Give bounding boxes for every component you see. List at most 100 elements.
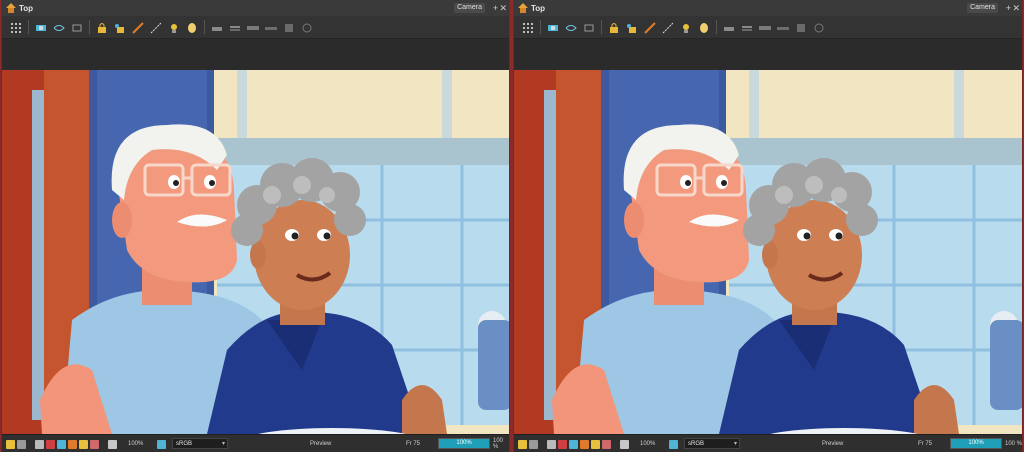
shape-icon[interactable] [602, 438, 611, 450]
add-view-icon[interactable]: + [1006, 2, 1011, 14]
lock-drawing-icon[interactable] [114, 21, 126, 33]
view-header-band [514, 39, 1022, 70]
light-icon[interactable] [680, 21, 692, 33]
render-icon[interactable] [580, 438, 589, 450]
grid-icon[interactable] [547, 438, 556, 450]
view-status-bar: 100% sRGB ▾ Preview Fr 75 100% 100 % [2, 434, 509, 452]
zoom-right[interactable]: 100 % [493, 438, 509, 450]
safe-area-icon[interactable] [46, 438, 55, 450]
flash-icon[interactable] [591, 438, 600, 450]
camera-viewport[interactable] [514, 70, 1022, 434]
view-select[interactable]: Camera [967, 3, 998, 13]
view-header-band [2, 39, 509, 70]
view-titlebar: Top Camera + ✕ [2, 0, 509, 17]
brush-icon[interactable] [644, 21, 656, 34]
rgb-icon[interactable] [157, 438, 166, 450]
add-view-icon[interactable]: + [493, 2, 498, 14]
color-space-label: sRGB [176, 441, 193, 447]
zoom-left[interactable]: 100% [128, 438, 143, 450]
camera-mask-icon[interactable] [35, 21, 47, 33]
grid-icon[interactable] [522, 21, 534, 33]
safe-area-icon[interactable] [558, 438, 567, 450]
ease-icon[interactable] [265, 21, 277, 33]
tab-label: Top [531, 3, 546, 13]
toolbar-separator [204, 20, 205, 34]
drawing-view-panel-right: Top Camera + ✕ 100% sRGB ▾ Preview Fr 75… [513, 0, 1023, 452]
view-tab[interactable]: Top [518, 2, 545, 14]
lock-icon[interactable] [608, 21, 620, 33]
timing-icon[interactable] [283, 21, 295, 33]
palette-icon[interactable] [620, 438, 629, 450]
camera-viewport[interactable] [2, 70, 509, 434]
onion-skin-icon[interactable] [57, 438, 66, 450]
close-icon[interactable]: ✕ [1012, 2, 1020, 14]
onion-skin-icon[interactable] [569, 438, 578, 450]
toolbar-separator [89, 20, 90, 34]
color-space-select[interactable]: sRGB ▾ [684, 438, 740, 449]
brush-icon[interactable] [132, 21, 144, 34]
lock-icon[interactable] [96, 21, 108, 33]
line-icon[interactable] [662, 21, 674, 34]
camera-icon[interactable] [17, 438, 26, 450]
ease-icon[interactable] [777, 21, 789, 33]
zoom-right[interactable]: 100 % [1005, 438, 1022, 450]
timing-icon[interactable] [795, 21, 807, 33]
keyframe-icon[interactable] [247, 21, 259, 33]
shape-icon[interactable] [90, 438, 99, 450]
progress-bar[interactable]: 100% [438, 438, 490, 449]
progress-bar[interactable]: 100% [950, 438, 1002, 449]
progress-text: 100% [456, 440, 472, 446]
home-icon [518, 3, 528, 13]
progress-text: 100% [968, 440, 984, 446]
camera-mask-icon[interactable] [547, 21, 559, 33]
scene-artwork [2, 70, 509, 434]
sequence-icon[interactable] [813, 21, 825, 33]
view-select[interactable]: Camera [454, 3, 485, 13]
frame-label: Fr 75 [918, 441, 933, 447]
preview-label: Preview [822, 441, 844, 447]
layers-icon[interactable] [229, 21, 241, 33]
bulb-icon[interactable] [698, 21, 710, 33]
palette-icon[interactable] [108, 438, 117, 450]
onion-skin-icon[interactable] [53, 21, 65, 33]
frame-label: Fr 75 [406, 441, 421, 447]
preview-label: Preview [310, 441, 332, 447]
chevron-down-icon: ▾ [221, 441, 225, 447]
light-table-icon[interactable] [71, 21, 83, 33]
view-toolbar [2, 16, 509, 39]
toolbar-separator [716, 20, 717, 34]
chevron-down-icon: ▾ [733, 441, 737, 447]
toolbar-separator [540, 20, 541, 34]
light-table-icon[interactable] [583, 21, 595, 33]
bulb-icon[interactable] [186, 21, 198, 33]
scene-artwork [514, 70, 1022, 434]
layer-icon[interactable] [723, 21, 735, 33]
lock-drawing-icon[interactable] [626, 21, 638, 33]
flash-icon[interactable] [79, 438, 88, 450]
sequence-icon[interactable] [301, 21, 313, 33]
close-icon[interactable]: ✕ [499, 2, 507, 14]
layer-icon[interactable] [211, 21, 223, 33]
view-toolbar [514, 16, 1022, 39]
render-icon[interactable] [68, 438, 77, 450]
toolbar-separator [601, 20, 602, 34]
drawing-view-panel-left: Top Camera + ✕ 100% sRGB ▾ Preview Fr 75… [1, 0, 510, 452]
toolbar-separator [28, 20, 29, 34]
layers-icon[interactable] [741, 21, 753, 33]
line-icon[interactable] [150, 21, 162, 34]
view-tab[interactable]: Top [6, 2, 33, 14]
rgb-icon[interactable] [669, 438, 678, 450]
camera-icon[interactable] [529, 438, 538, 450]
onion-skin-icon[interactable] [565, 21, 577, 33]
light-icon[interactable] [518, 438, 527, 450]
grid-icon[interactable] [35, 438, 44, 450]
zoom-left[interactable]: 100% [640, 438, 655, 450]
tab-label: Top [19, 3, 34, 13]
home-icon [6, 3, 16, 13]
keyframe-icon[interactable] [759, 21, 771, 33]
light-icon[interactable] [168, 21, 180, 33]
color-space-select[interactable]: sRGB ▾ [172, 438, 228, 449]
light-icon[interactable] [6, 438, 15, 450]
grid-icon[interactable] [10, 21, 22, 33]
view-status-bar: 100% sRGB ▾ Preview Fr 75 100% 100 % [514, 434, 1022, 452]
